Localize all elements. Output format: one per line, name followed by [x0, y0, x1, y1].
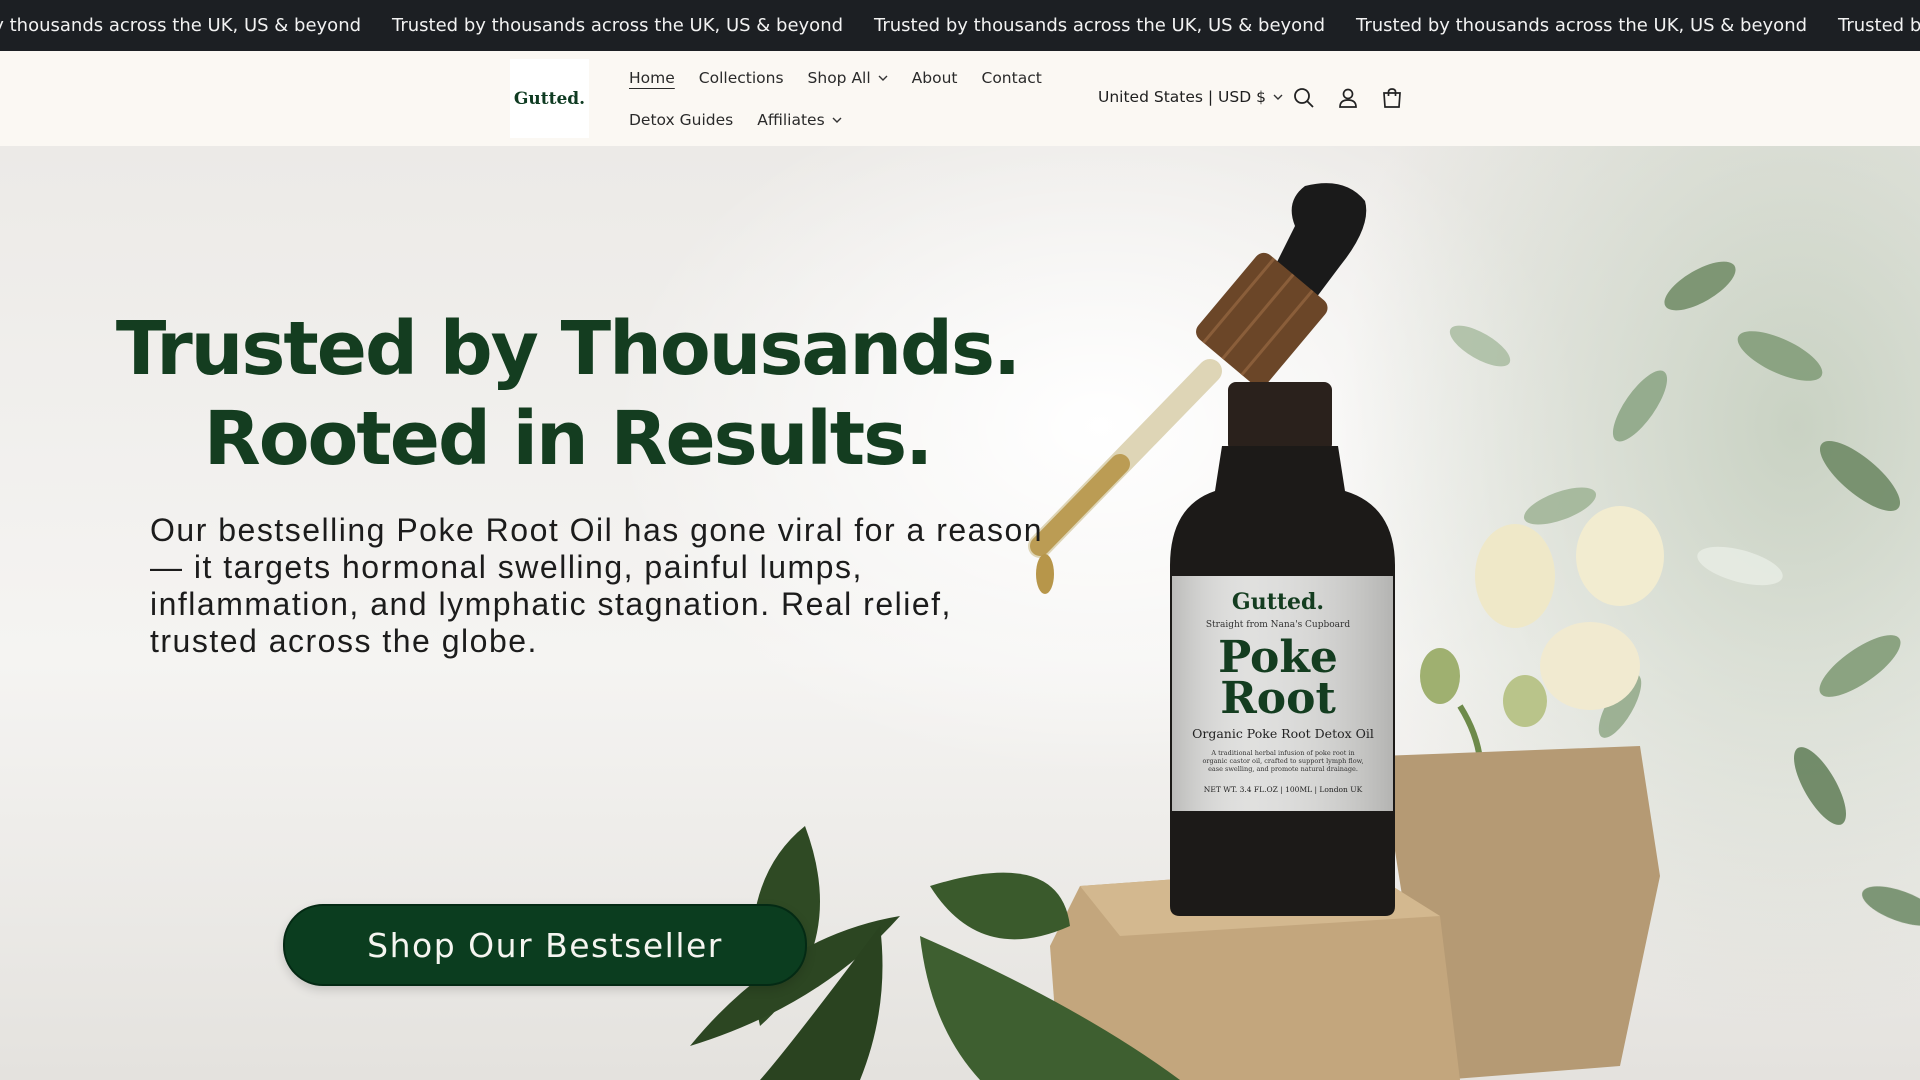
label-blurb-line: organic castor oil, crafted to support l… [1202, 757, 1363, 765]
label-blurb-line: A traditional herbal infusion of poke ro… [1210, 749, 1354, 757]
hero-description: Our bestselling Poke Root Oil has gone v… [150, 512, 1044, 659]
account-icon[interactable] [1334, 84, 1362, 112]
shop-bestseller-button[interactable]: Shop Our Bestseller [283, 904, 807, 986]
nav-collections-label: Collections [698, 69, 784, 87]
chevron-down-icon [878, 75, 888, 82]
label-blurb-line: ease swelling, and promote natural drain… [1208, 765, 1358, 773]
nav-contact[interactable]: Contact [982, 66, 1042, 90]
hero-headline-line1: Trusted by Thousands. [115, 306, 1021, 392]
announcement-item: Trusted by thousands across the UK, US &… [392, 15, 844, 36]
nav-detox-guides[interactable]: Detox Guides [629, 108, 733, 132]
announcement-item: Trusted by thousands across the UK, US &… [0, 15, 362, 36]
chevron-down-icon [832, 117, 842, 124]
label-name-line2: Root [1220, 673, 1336, 724]
cart-icon[interactable] [1378, 84, 1406, 112]
nav-about[interactable]: About [912, 66, 958, 90]
announcement-bar: Trusted by thousands across the UK, US &… [0, 0, 1920, 51]
cta-label: Shop Our Bestseller [367, 925, 723, 965]
announcement-item: Trusted by thousands across the UK, US &… [874, 15, 1326, 36]
label-subtitle: Organic Poke Root Detox Oil [1192, 726, 1374, 741]
announcement-item: Trusted by thousands across the UK, US &… [1838, 15, 1920, 36]
nav-collections[interactable]: Collections [699, 66, 784, 90]
label-net-weight: NET WT. 3.4 FL.OZ | 100ML | London UK [1204, 785, 1363, 794]
chevron-down-icon [1273, 94, 1283, 101]
nav-home-label: Home [629, 69, 675, 87]
nav-affiliates[interactable]: Affiliates [757, 108, 842, 132]
nav-contact-label: Contact [981, 69, 1042, 87]
nav-shop-all-label: Shop All [807, 69, 871, 87]
locale-label: United States | USD $ [1098, 88, 1266, 106]
label-brand: Gutted. [1232, 589, 1324, 615]
site-header: Gutted. Home Collections Shop All About … [0, 51, 1920, 147]
nav-home[interactable]: Home [629, 66, 675, 90]
hero-headline-line2: Rooted in Results. [203, 396, 934, 482]
hero-section: Gutted. Straight from Nana's Cupboard Po… [0, 146, 1920, 1080]
announcement-item: Trusted by thousands across the UK, US &… [1356, 15, 1808, 36]
nav-shop-all[interactable]: Shop All [808, 66, 888, 90]
main-nav-row-2: Detox Guides Affiliates [629, 108, 866, 132]
nav-affiliates-label: Affiliates [757, 111, 825, 129]
search-icon[interactable] [1290, 84, 1318, 112]
main-nav-row-1: Home Collections Shop All About Contact [629, 66, 1066, 90]
nav-detox-guides-label: Detox Guides [629, 111, 734, 129]
announcement-track: Trusted by thousands across the UK, US &… [0, 0, 1920, 51]
site-logo[interactable]: Gutted. [510, 59, 589, 138]
label-tagline: Straight from Nana's Cupboard [1206, 620, 1350, 630]
nav-about-label: About [911, 69, 958, 87]
country-currency-selector[interactable]: United States | USD $ [1098, 88, 1283, 106]
